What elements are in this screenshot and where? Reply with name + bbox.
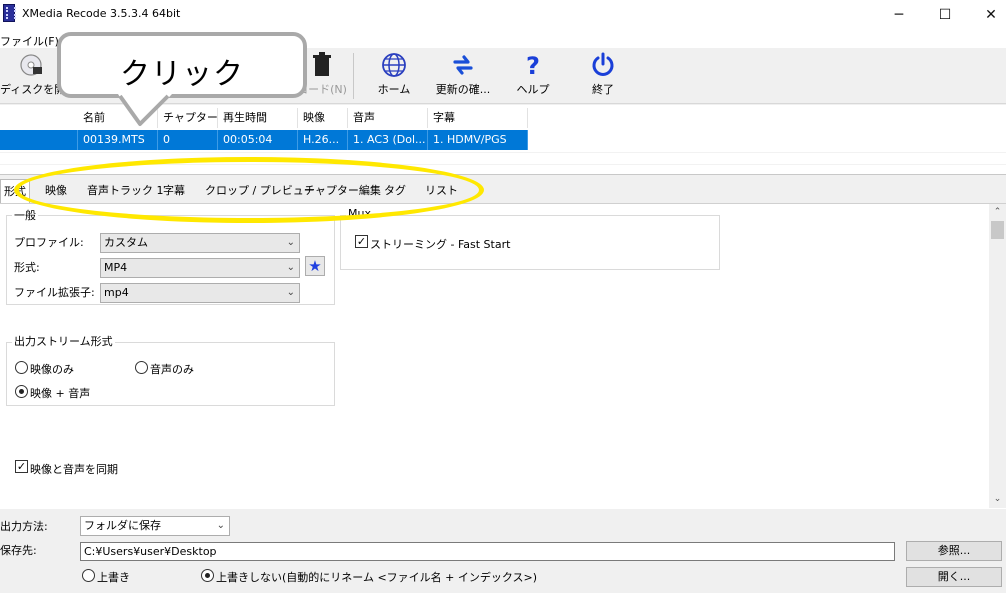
disc-icon (20, 54, 42, 76)
trash-icon (313, 52, 331, 76)
film-app-icon (3, 4, 16, 22)
video-audio-label: 映像 + 音声 (30, 387, 91, 400)
column-header[interactable]: 映像 (298, 108, 348, 128)
table-cell: 1. AC3 (Dol... (348, 130, 428, 150)
favorite-star-button[interactable]: ★ (305, 256, 325, 276)
scroll-down-icon[interactable]: ⌄ (989, 491, 1006, 508)
minimize-button[interactable]: ─ (876, 0, 922, 30)
video-audio-radio[interactable] (15, 385, 28, 398)
callout-text: クリック (120, 57, 244, 92)
extension-label: ファイル拡張子: (14, 286, 95, 299)
update-check-button[interactable]: 更新の確... (432, 48, 494, 104)
streaming-checkbox[interactable]: ✓ (355, 235, 368, 248)
column-header[interactable]: 字幕 (428, 108, 528, 128)
format-value: MP4 (104, 261, 128, 274)
video-only-radio[interactable] (15, 361, 28, 374)
table-cell: 00139.MTS (78, 130, 158, 150)
table-cell: 00:05:04 (218, 130, 298, 150)
title-bar: XMedia Recode 3.5.3.4 64bit ─ ☐ ✕ (0, 0, 1006, 30)
no-overwrite-label: 上書きしない(自動的にリネーム <ファイル名 + インデックス>) (216, 571, 538, 584)
audio-only-label: 音声のみ (150, 363, 194, 376)
help-icon: ? (526, 52, 540, 78)
table-cell: 1. HDMV/PGS (428, 130, 528, 150)
column-header[interactable]: 再生時間 (218, 108, 298, 128)
chevron-down-icon: ⌄ (286, 262, 295, 273)
close-button[interactable]: ✕ (968, 0, 1006, 30)
extension-select[interactable]: mp4 ⌄ (100, 283, 300, 303)
table-cell (0, 130, 78, 150)
chevron-down-icon: ⌄ (286, 237, 295, 248)
window-title: XMedia Recode 3.5.3.4 64bit (22, 7, 181, 20)
maximize-button[interactable]: ☐ (922, 0, 968, 30)
home-label: ホーム (377, 83, 411, 96)
format-label: 形式: (14, 261, 40, 274)
sync-label: 映像と音声を同期 (30, 463, 118, 476)
column-header[interactable]: 音声 (348, 108, 428, 128)
home-button[interactable]: ホーム (370, 48, 418, 104)
video-only-label: 映像のみ (30, 363, 74, 376)
refresh-icon (453, 55, 473, 75)
exit-label: 終了 (592, 83, 614, 96)
row-divider (0, 152, 1006, 153)
output-stream-title: 出力ストリーム形式 (12, 333, 115, 349)
overwrite-radio[interactable] (82, 569, 95, 582)
menu-file[interactable]: ファイル(F) (0, 33, 59, 49)
save-to-label: 保存先: (0, 544, 37, 557)
profile-value: カスタム (104, 236, 148, 249)
callout-tail (118, 94, 172, 128)
profile-select[interactable]: カスタム ⌄ (100, 233, 300, 253)
profile-label: プロファイル: (14, 236, 84, 249)
format-select[interactable]: MP4 ⌄ (100, 258, 300, 278)
table-cell: 0 (158, 130, 218, 150)
help-label: ヘルプ (516, 83, 550, 96)
scroll-up-icon[interactable]: ⌃ (989, 204, 1006, 221)
sync-checkbox[interactable]: ✓ (15, 460, 28, 473)
chevron-down-icon: ⌄ (286, 287, 295, 298)
extension-value: mp4 (104, 286, 129, 299)
update-label: 更新の確... (435, 83, 491, 96)
power-icon (592, 52, 614, 76)
streaming-label: ストリーミング - Fast Start (370, 238, 511, 251)
open-disc-label: ディスクを開く (0, 83, 77, 96)
open-folder-button[interactable]: 開く... (906, 567, 1002, 587)
chevron-down-icon: ⌄ (216, 520, 225, 531)
globe-icon (382, 53, 406, 77)
general-group-title: 一般 (12, 207, 38, 223)
browse-button[interactable]: 参照... (906, 541, 1002, 561)
no-overwrite-radio[interactable] (201, 569, 214, 582)
click-callout: クリック (57, 32, 307, 98)
vertical-scrollbar[interactable]: ⌃ ⌄ (989, 204, 1006, 508)
toolbar-separator (353, 53, 354, 99)
output-method-label: 出力方法: (0, 520, 48, 533)
help-button[interactable]: ? ヘルプ (512, 48, 554, 104)
svg-text:?: ? (526, 52, 540, 78)
star-icon: ★ (308, 257, 322, 275)
save-path-input[interactable]: C:¥Users¥user¥Desktop (80, 542, 895, 561)
output-method-select[interactable]: フォルダに保存 ⌄ (80, 516, 230, 536)
output-method-value: フォルダに保存 (84, 519, 161, 532)
highlight-ellipse (14, 157, 484, 223)
scroll-thumb[interactable] (991, 221, 1004, 239)
table-cell: H.26... (298, 130, 348, 150)
exit-button[interactable]: 終了 (582, 48, 624, 104)
overwrite-label: 上書き (97, 571, 130, 584)
audio-only-radio[interactable] (135, 361, 148, 374)
open-disc-button[interactable]: ディスクを開く (0, 48, 77, 104)
